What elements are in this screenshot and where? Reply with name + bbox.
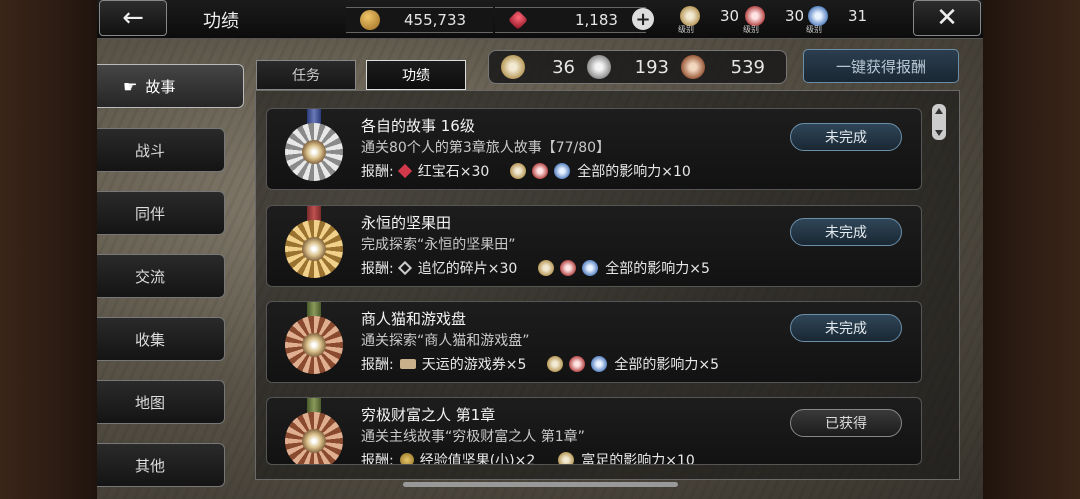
gold-influence-icon bbox=[558, 452, 575, 464]
achievement-desc: 通关80个人的第3章旅人故事【77/80】 bbox=[361, 140, 611, 156]
level-caption: 级别 bbox=[678, 25, 694, 34]
blue-influence-icon bbox=[582, 260, 599, 276]
sidebar-item-story[interactable]: ☛ 故事 bbox=[97, 64, 244, 108]
achievement-title: 穷极财富之人 第1章 bbox=[361, 406, 496, 424]
level-gold: 级别 30 bbox=[678, 6, 740, 34]
sidebar-item-exchange[interactable]: 交流 bbox=[97, 254, 225, 298]
level-caption: 级别 bbox=[806, 25, 822, 34]
silver-medal-icon bbox=[285, 123, 343, 181]
status-button[interactable]: 已获得 bbox=[790, 409, 902, 437]
status-button[interactable]: 未完成 bbox=[790, 123, 902, 151]
coin-icon bbox=[360, 10, 380, 30]
close-button[interactable]: ✕ bbox=[913, 0, 981, 36]
close-icon: ✕ bbox=[936, 3, 958, 33]
sidebar-item-label: 交流 bbox=[135, 267, 166, 286]
add-gems-button[interactable]: + bbox=[632, 8, 654, 30]
gold-influence-icon bbox=[510, 163, 527, 179]
exp-nut-icon bbox=[399, 453, 414, 464]
achievement-desc: 通关探索“商人猫和游戏盘” bbox=[361, 333, 530, 349]
gold-medal-icon bbox=[501, 55, 525, 79]
game-ticket-icon bbox=[399, 359, 416, 369]
bronze-medal-count: 539 bbox=[730, 56, 765, 78]
ruby-icon bbox=[397, 163, 412, 179]
achievement-reward: 报酬: 经验值坚果(小)×2 富足的影响力×10 bbox=[361, 450, 695, 465]
sidebar-item-label: 同伴 bbox=[135, 204, 166, 223]
back-arrow-icon: ← bbox=[122, 3, 144, 33]
status-button[interactable]: 未完成 bbox=[790, 218, 902, 246]
gold-medal-count: 36 bbox=[552, 56, 575, 78]
level-value: 30 bbox=[785, 7, 805, 25]
red-influence-icon bbox=[569, 356, 586, 372]
tab-achievements[interactable]: 功绩 bbox=[366, 60, 466, 90]
reward-item: 天运的游戏券×5 bbox=[421, 357, 527, 373]
gold-influence-icon bbox=[538, 260, 555, 276]
achievement-title: 商人猫和游戏盘 bbox=[361, 310, 467, 328]
level-value: 30 bbox=[720, 7, 740, 25]
memory-shard-icon bbox=[397, 260, 412, 276]
scrollbar[interactable] bbox=[932, 104, 946, 140]
page-title: 功绩 bbox=[203, 11, 239, 32]
sidebar-item-collection[interactable]: 收集 bbox=[97, 317, 225, 361]
gold-influence-icon bbox=[547, 356, 564, 372]
blue-influence-icon bbox=[591, 356, 608, 372]
achievement-reward: 报酬: 天运的游戏券×5 全部的影响力×5 bbox=[361, 354, 719, 374]
level-value: 31 bbox=[848, 7, 868, 25]
sidebar-item-map[interactable]: 地图 bbox=[97, 380, 225, 424]
level-blue: 级别 31 bbox=[806, 6, 868, 34]
sidebar-item-label: 战斗 bbox=[135, 141, 166, 160]
red-medal-icon: 级别 bbox=[743, 6, 765, 34]
achievement-reward: 报酬: 红宝石×30 全部的影响力×10 bbox=[361, 161, 691, 181]
claim-all-button[interactable]: 一键获得报酬 bbox=[803, 49, 959, 83]
gem-counter: 1,183 bbox=[495, 7, 646, 33]
achievement-title: 各自的故事 16级 bbox=[361, 117, 475, 135]
gold-medal-icon: 级别 bbox=[678, 6, 700, 34]
sidebar-item-label: 地图 bbox=[135, 393, 166, 412]
back-button[interactable]: ← bbox=[99, 0, 167, 36]
pointing-hand-icon: ☛ bbox=[123, 76, 138, 96]
reward-influence: 全部的影响力×5 bbox=[614, 357, 719, 373]
reward-influence: 全部的影响力×10 bbox=[577, 164, 691, 180]
blue-medal-icon: 级别 bbox=[806, 6, 828, 34]
silver-medal-icon bbox=[587, 55, 611, 79]
horizontal-scroll-indicator bbox=[403, 482, 678, 487]
reward-label: 报酬: bbox=[361, 453, 394, 465]
reward-item: 追忆的碎片×30 bbox=[417, 261, 518, 277]
gem-amount: 1,183 bbox=[575, 11, 618, 29]
sidebar-item-label: 收集 bbox=[135, 330, 166, 349]
coin-amount: 455,733 bbox=[404, 11, 467, 29]
reward-item: 经验值坚果(小)×2 bbox=[419, 453, 536, 465]
red-influence-icon bbox=[560, 260, 577, 276]
medal-summary: 36 193 539 bbox=[488, 50, 787, 84]
bronze-medal-icon bbox=[285, 316, 343, 374]
sidebar-item-other[interactable]: 其他 bbox=[97, 443, 225, 487]
level-red: 级别 30 bbox=[743, 6, 805, 34]
bronze-medal-icon bbox=[681, 55, 705, 79]
sidebar-item-label: 故事 bbox=[145, 77, 176, 96]
red-influence-icon bbox=[532, 163, 549, 179]
level-caption: 级别 bbox=[743, 25, 759, 34]
status-button[interactable]: 未完成 bbox=[790, 314, 902, 342]
reward-label: 报酬: bbox=[361, 261, 394, 277]
sidebar-item-battle[interactable]: 战斗 bbox=[97, 128, 225, 172]
sidebar-item-companion[interactable]: 同伴 bbox=[97, 191, 225, 235]
blue-influence-icon bbox=[554, 163, 571, 179]
achievement-desc: 完成探索“永恒的坚果田” bbox=[361, 237, 516, 253]
reward-influence: 富足的影响力×10 bbox=[581, 453, 695, 465]
gold-medal-icon bbox=[285, 220, 343, 278]
reward-item: 红宝石×30 bbox=[417, 164, 490, 180]
silver-medal-count: 193 bbox=[634, 56, 669, 78]
reward-influence: 全部的影响力×5 bbox=[605, 261, 710, 277]
coin-counter: 455,733 bbox=[346, 7, 493, 33]
achievement-desc: 通关主线故事“穷极财富之人 第1章” bbox=[361, 429, 585, 445]
right-frame bbox=[983, 0, 1080, 499]
tab-tasks[interactable]: 任务 bbox=[256, 60, 356, 90]
sidebar-item-label: 其他 bbox=[135, 456, 166, 475]
left-frame bbox=[0, 0, 97, 499]
achievement-title: 永恒的坚果田 bbox=[361, 214, 452, 232]
reward-label: 报酬: bbox=[361, 164, 394, 180]
ruby-icon bbox=[508, 10, 528, 30]
achievement-reward: 报酬: 追忆的碎片×30 全部的影响力×5 bbox=[361, 258, 710, 278]
reward-label: 报酬: bbox=[361, 357, 394, 373]
bronze-medal-icon bbox=[285, 412, 343, 464]
